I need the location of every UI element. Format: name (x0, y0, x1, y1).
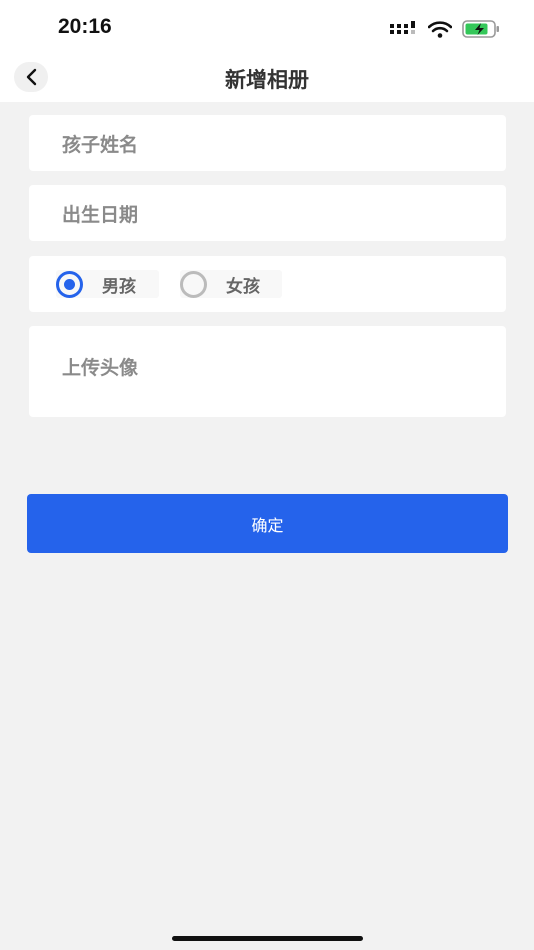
radio-option-girl[interactable]: 女孩 (180, 270, 282, 298)
home-indicator (172, 936, 363, 941)
upload-avatar-card[interactable]: 上传头像 (29, 326, 506, 417)
nav-bar: 新增相册 (0, 56, 534, 102)
confirm-button[interactable]: 确定 (27, 494, 508, 553)
page-title: 新增相册 (225, 68, 309, 92)
radio-label-boy: 男孩 (102, 276, 136, 297)
upload-avatar-label: 上传头像 (62, 357, 139, 379)
radio-label-girl: 女孩 (226, 276, 260, 297)
child-name-field[interactable]: 孩子姓名 (29, 115, 506, 171)
status-time: 20:16 (58, 15, 112, 38)
birth-date-field[interactable]: 出生日期 (29, 185, 506, 241)
status-icons (390, 18, 500, 40)
radio-unselected-icon (180, 270, 207, 298)
battery-charging-icon (462, 20, 499, 38)
radio-selected-icon (56, 270, 83, 298)
cellular-signal-icon (390, 21, 415, 34)
radio-option-boy[interactable]: 男孩 (56, 270, 159, 298)
wifi-icon (428, 20, 452, 38)
child-name-placeholder: 孩子姓名 (62, 134, 139, 156)
gender-radio-group: 男孩 女孩 (29, 256, 506, 312)
status-bar: 20:16 (0, 0, 534, 56)
birth-date-placeholder: 出生日期 (62, 204, 139, 226)
